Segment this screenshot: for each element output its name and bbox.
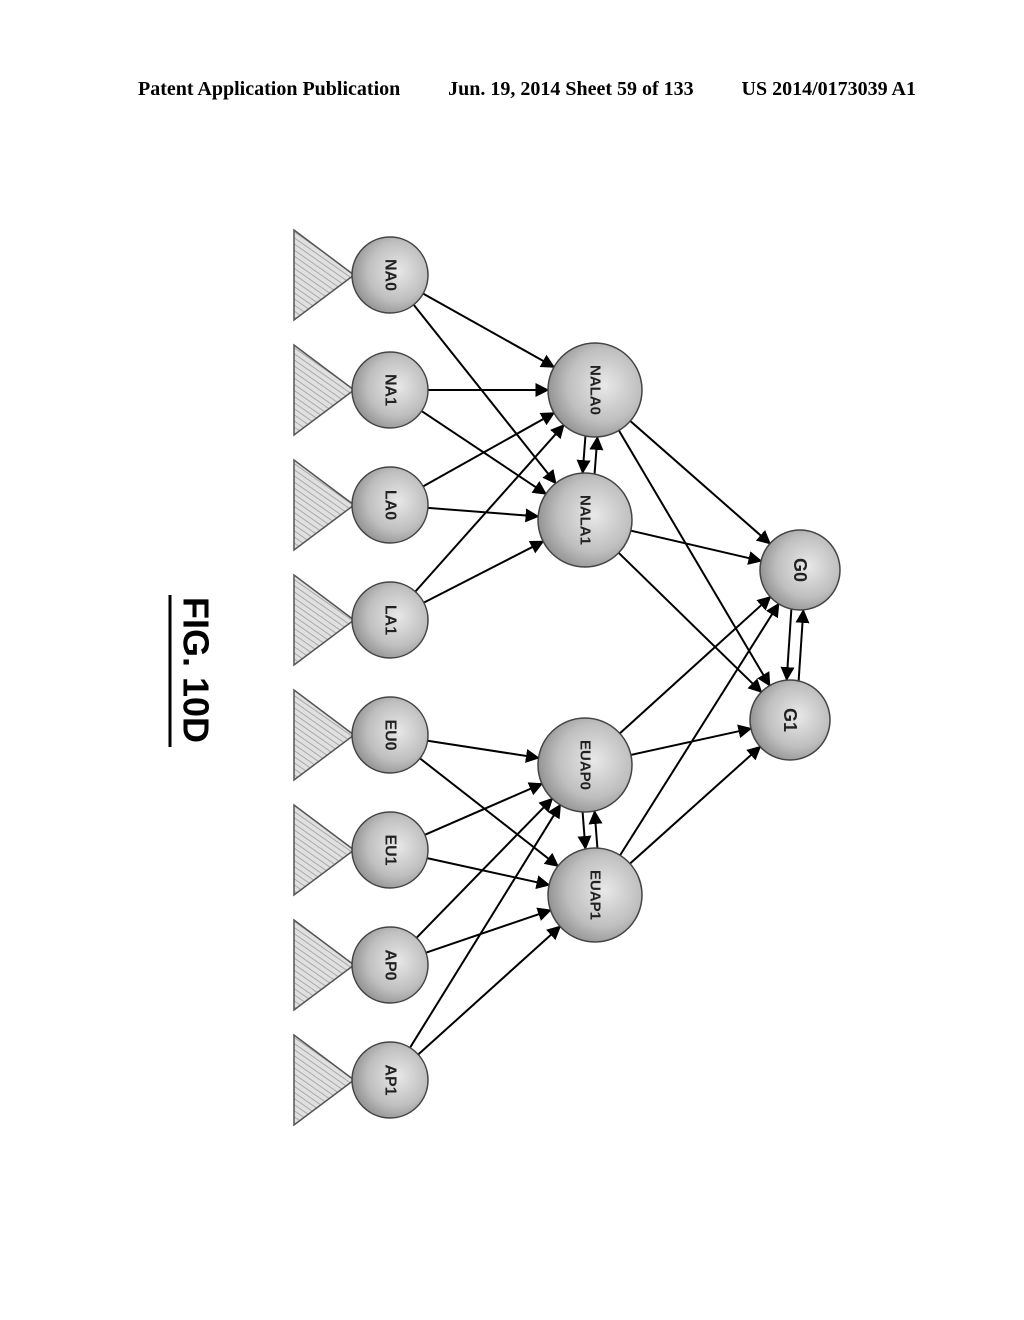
edge-NALA1-G0 <box>631 531 761 561</box>
edge-EU0-EUAP1 <box>420 758 558 866</box>
node-label-NALA1: NALA1 <box>577 495 594 545</box>
node-label-EU0: EU0 <box>382 719 399 750</box>
node-label-AP0: AP0 <box>382 949 399 980</box>
edge-EUAP1-EUAP0 <box>595 811 598 847</box>
edge-AP1-EUAP1 <box>418 926 560 1054</box>
edge-LA1-NALA1 <box>424 541 543 602</box>
node-label-G1: G1 <box>780 708 800 732</box>
header-center: Jun. 19, 2014 Sheet 59 of 133 <box>448 78 694 101</box>
edge-AP0-EUAP1 <box>426 910 551 953</box>
node-label-EUAP1: EUAP1 <box>587 870 604 920</box>
node-AP1: AP1 <box>352 1042 428 1118</box>
edge-NALA0-G0 <box>630 421 770 544</box>
node-label-LA0: LA0 <box>382 490 399 520</box>
node-EU0: EU0 <box>352 697 428 773</box>
node-label-EUAP0: EUAP0 <box>577 740 594 790</box>
node-LA0: LA0 <box>352 467 428 543</box>
node-NALA1: NALA1 <box>538 473 632 567</box>
node-label-EU1: EU1 <box>382 834 399 865</box>
nodes-layer: G0 G1 NALA0 NALA1 EUAP0 EUAP1 NA0 NA1 LA0 LA1 EU0 E… <box>352 237 840 1118</box>
header-left: Patent Application Publication <box>138 78 400 101</box>
subtree-triangle-NA0 <box>294 230 354 320</box>
node-EUAP0: EUAP0 <box>538 718 632 812</box>
edge-EUAP0-G0 <box>620 597 771 734</box>
edge-EUAP0-G1 <box>631 729 751 755</box>
figure-svg: G0 G1 NALA0 NALA1 EUAP0 EUAP1 NA0 NA1 LA0 LA1 EU0 E… <box>130 160 890 1180</box>
header-right: US 2014/0173039 A1 <box>742 78 916 101</box>
node-EU1: EU1 <box>352 812 428 888</box>
page-header: Patent Application Publication Jun. 19, … <box>0 78 1024 101</box>
edge-EUAP1-G1 <box>630 747 760 864</box>
subtree-triangle-LA0 <box>294 460 354 550</box>
node-label-NA1: NA1 <box>382 374 399 406</box>
subtree-triangle-LA1 <box>294 575 354 665</box>
edge-EUAP0-EUAP1 <box>583 812 586 848</box>
edge-G1-G0 <box>799 610 804 680</box>
subtree-triangle-AP0 <box>294 920 354 1010</box>
edge-NA0-NALA1 <box>414 305 556 483</box>
node-NA0: NA0 <box>352 237 428 313</box>
edge-AP1-EUAP0 <box>410 805 560 1048</box>
edge-EU1-EUAP1 <box>427 858 549 885</box>
node-label-NA0: NA0 <box>382 259 399 291</box>
subtree-triangle-AP1 <box>294 1035 354 1125</box>
node-G0: G0 <box>760 530 840 610</box>
node-NA1: NA1 <box>352 352 428 428</box>
node-AP0: AP0 <box>352 927 428 1003</box>
node-label-NALA0: NALA0 <box>587 365 604 415</box>
node-label-G0: G0 <box>790 558 810 582</box>
subtree-triangle-EU0 <box>294 690 354 780</box>
subtree-triangle-NA1 <box>294 345 354 435</box>
figure-label: FIG. 10D <box>176 597 217 743</box>
edge-NALA1-NALA0 <box>595 437 598 473</box>
edge-NA0-NALA0 <box>423 294 554 367</box>
figure-container: G0 G1 NALA0 NALA1 EUAP0 EUAP1 NA0 NA1 LA0 LA1 EU0 E… <box>0 160 890 920</box>
edge-NALA1-G1 <box>619 553 762 692</box>
node-LA1: LA1 <box>352 582 428 658</box>
edge-NA1-NALA1 <box>422 411 546 494</box>
node-label-AP1: AP1 <box>382 1064 399 1095</box>
edge-NALA0-NALA1 <box>583 436 586 472</box>
edge-EU0-EUAP0 <box>428 741 539 758</box>
node-NALA0: NALA0 <box>548 343 642 437</box>
node-G1: G1 <box>750 680 830 760</box>
subtree-triangle-EU1 <box>294 805 354 895</box>
edge-G0-G1 <box>787 610 792 680</box>
node-EUAP1: EUAP1 <box>548 848 642 942</box>
leaf-triangles-layer <box>294 230 354 1125</box>
node-label-LA1: LA1 <box>382 605 399 635</box>
